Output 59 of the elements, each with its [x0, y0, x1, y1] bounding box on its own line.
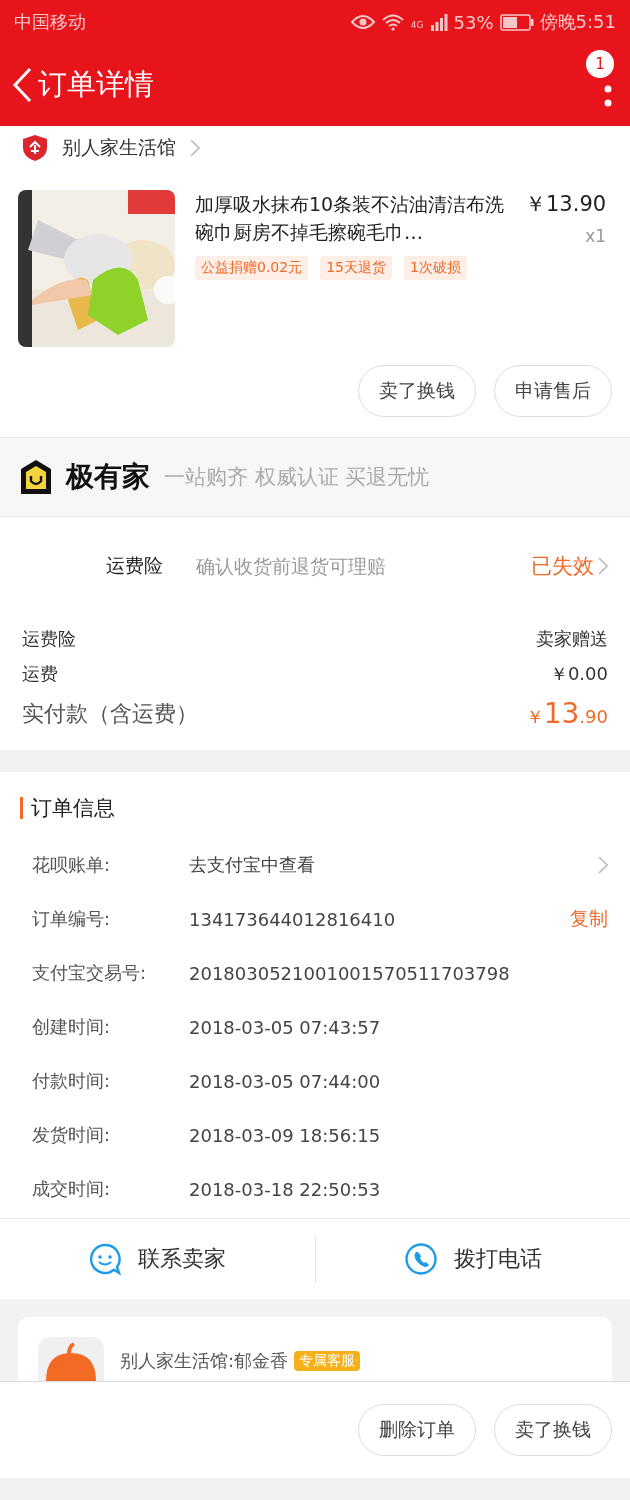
- order-action-button[interactable]: 卖了换钱: [358, 365, 476, 417]
- fee-value: 卖家赠送: [536, 627, 608, 651]
- info-label: 成交时间:: [32, 1177, 112, 1201]
- bottom-action-button[interactable]: 卖了换钱: [494, 1404, 612, 1456]
- order-action-button[interactable]: 申请售后: [494, 365, 612, 417]
- battery-icon: [499, 13, 534, 31]
- contact-button[interactable]: 拨打电话: [315, 1241, 630, 1277]
- carrier-name: 中国移动: [14, 10, 86, 34]
- wifi-icon: [380, 13, 405, 31]
- battery-percent: 53%: [453, 11, 494, 33]
- notification-badge: 1: [586, 50, 614, 78]
- info-value: 2018-03-05 07:44:00: [189, 1070, 382, 1092]
- info-label: 创建时间:: [32, 1015, 112, 1039]
- info-label: 订单编号:: [32, 907, 112, 931]
- info-label: 花呗账单:: [32, 853, 112, 877]
- house-logo-icon: [20, 459, 52, 495]
- product-title[interactable]: 加厚吸水抹布10条装不沾油清洁布洗碗巾厨房不掉毛擦碗毛巾…: [195, 190, 515, 246]
- info-label: 发货时间:: [32, 1123, 112, 1147]
- more-icon[interactable]: [604, 85, 612, 109]
- brand-slogan: 一站购齐 权威认证 买退无忧: [164, 464, 430, 491]
- brand-name: 极有家: [66, 459, 150, 495]
- service-badge: 专属客服: [294, 1351, 361, 1371]
- chevron-icon: [598, 856, 608, 874]
- info-value[interactable]: 去支付宝中查看: [189, 853, 598, 877]
- back-icon[interactable]: [12, 67, 32, 103]
- fee-value: ￥0.00: [549, 662, 608, 686]
- info-label: 付款时间:: [32, 1069, 112, 1093]
- info-value: 2018-03-18 22:50:53: [189, 1178, 382, 1200]
- info-value: 2018-03-09 18:56:15: [189, 1124, 382, 1146]
- service-tag: 公益捐赠0.02元: [195, 256, 309, 280]
- phone-icon: [403, 1242, 438, 1276]
- chevron-icon: [190, 139, 200, 157]
- clock-time: 傍晚5:51: [539, 10, 616, 34]
- info-value: 2018030521001001570511703798: [189, 962, 511, 984]
- fee-label: 运费: [22, 662, 58, 686]
- info-value: 2018-03-05 07:43:57: [189, 1016, 382, 1038]
- service-tag: 1次破损: [404, 256, 467, 280]
- insurance-label: 运费险: [106, 553, 164, 578]
- network-type: 4G: [410, 20, 424, 30]
- fee-label: 实付款（含运费）: [22, 700, 198, 728]
- chevron-icon: [598, 557, 608, 575]
- contact-button[interactable]: 联系卖家: [0, 1241, 315, 1277]
- insurance-description: 确认收货前退货可理赔: [196, 554, 387, 579]
- product-quantity: x1: [585, 226, 607, 246]
- service-agent-name[interactable]: 别人家生活馆:郁金香: [120, 1349, 289, 1373]
- signal-icon: [429, 13, 448, 31]
- store-name[interactable]: 别人家生活馆: [62, 135, 176, 161]
- smiley-chat-icon: [88, 1242, 123, 1276]
- product-price: ￥13.90: [525, 191, 607, 218]
- shop-shield-icon: [22, 134, 48, 162]
- eye-icon: [350, 14, 375, 30]
- bottom-action-button[interactable]: 删除订单: [358, 1404, 476, 1456]
- section-title: 订单信息: [31, 795, 115, 822]
- page-title: 订单详情: [38, 66, 154, 103]
- service-tag: 15天退货: [320, 256, 392, 280]
- total-amount: ￥13.90: [525, 696, 608, 732]
- info-label: 支付宝交易号:: [32, 961, 148, 985]
- info-value: 134173644012816410: [189, 908, 397, 930]
- fee-label: 运费险: [22, 627, 76, 651]
